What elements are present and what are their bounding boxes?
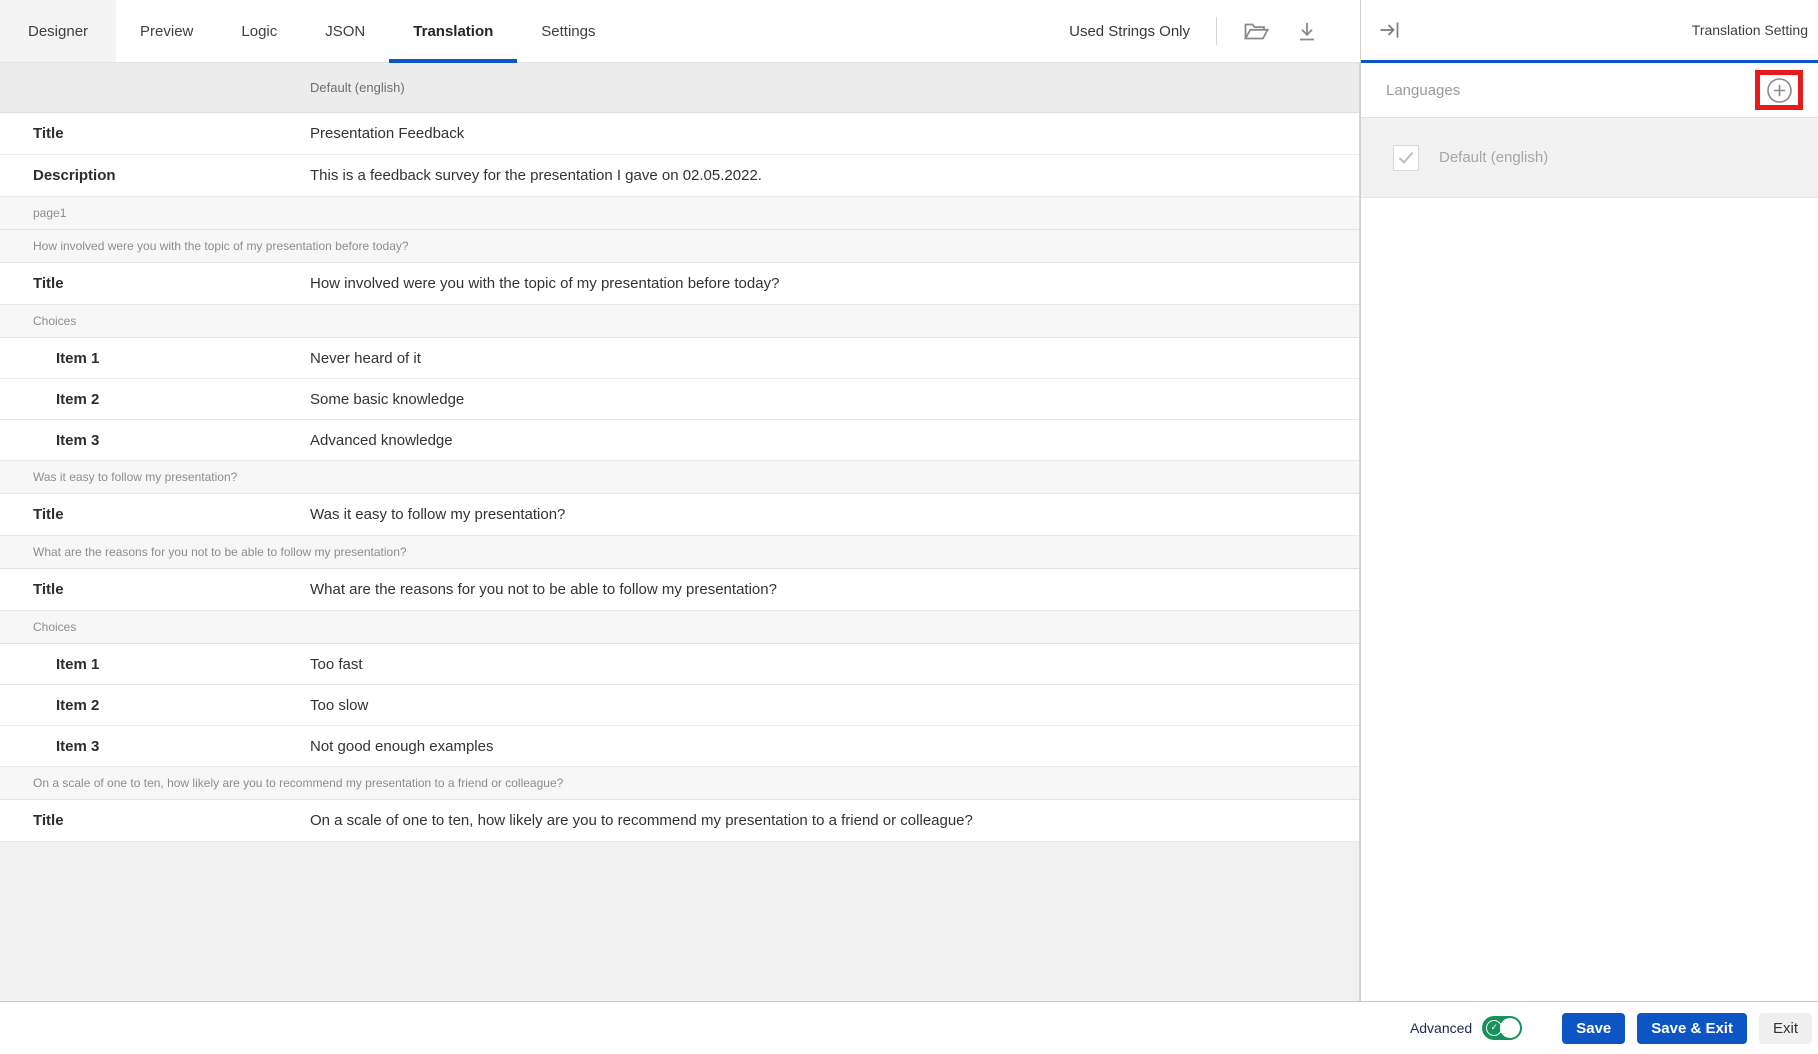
row-value[interactable]: Some basic knowledge (310, 391, 1359, 408)
export-button[interactable] (1296, 20, 1318, 43)
row-value[interactable]: How involved were you with the topic of … (310, 275, 1359, 292)
collapse-panel-icon (1379, 20, 1401, 40)
row-label: Item 1 (0, 350, 310, 367)
table-row: Title On a scale of one to ten, how like… (0, 800, 1359, 842)
survey-creator-app: Designer Preview Logic JSON Translation … (0, 0, 1818, 1054)
advanced-toggle[interactable]: ✓ (1482, 1016, 1522, 1040)
tab-json[interactable]: JSON (301, 0, 389, 62)
table-row: Title Was it easy to follow my presentat… (0, 494, 1359, 536)
row-label: Title (0, 812, 310, 829)
exit-button[interactable]: Exit (1759, 1013, 1812, 1044)
default-language-row: Default (english) (1361, 118, 1818, 198)
tab-bar: Designer Preview Logic JSON Translation … (0, 0, 1360, 63)
table-group-row: Was it easy to follow my presentation? (0, 461, 1359, 494)
panel-header: Translation Setting (1361, 0, 1818, 63)
table-row: Item 2 Too slow (0, 685, 1359, 726)
default-language-label: Default (english) (1439, 149, 1548, 166)
collapse-panel-button[interactable] (1379, 20, 1401, 40)
languages-row: Languages (1361, 63, 1818, 118)
group-label: Was it easy to follow my presentation? (0, 470, 237, 484)
table-group-row: On a scale of one to ten, how likely are… (0, 767, 1359, 800)
table-row: Item 1 Never heard of it (0, 338, 1359, 379)
tab-designer[interactable]: Designer (0, 0, 116, 62)
row-value[interactable]: What are the reasons for you not to be a… (310, 581, 1359, 598)
table-row: Item 2 Some basic knowledge (0, 379, 1359, 420)
tab-translation[interactable]: Translation (389, 0, 517, 62)
default-language-checkbox[interactable] (1393, 145, 1419, 171)
table-row: Item 3 Advanced knowledge (0, 420, 1359, 461)
advanced-label: Advanced (1410, 1020, 1472, 1036)
translation-settings-panel: Translation Setting Languages Default (e… (1360, 0, 1818, 1001)
download-icon (1296, 20, 1318, 43)
toolbar-divider (1216, 17, 1217, 45)
table-row: Description This is a feedback survey fo… (0, 155, 1359, 197)
checkmark-icon (1398, 151, 1414, 164)
translation-toolbar: Used Strings Only (1069, 0, 1360, 62)
footer-bar: Advanced ✓ Save Save & Exit Exit (0, 1001, 1818, 1054)
group-label: Choices (0, 620, 76, 634)
table-group-row: What are the reasons for you not to be a… (0, 536, 1359, 569)
row-label: Description (0, 167, 310, 184)
table-row: Title Presentation Feedback (0, 113, 1359, 155)
row-label: Title (0, 581, 310, 598)
table-group-row: page1 (0, 197, 1359, 230)
save-exit-button[interactable]: Save & Exit (1637, 1013, 1747, 1044)
row-value[interactable]: Too fast (310, 656, 1359, 673)
add-language-button[interactable] (1766, 77, 1793, 104)
table-group-row: Choices (0, 611, 1359, 644)
table-row: Item 3 Not good enough examples (0, 726, 1359, 767)
row-value[interactable]: Was it easy to follow my presentation? (310, 506, 1359, 523)
row-value[interactable]: Not good enough examples (310, 738, 1359, 755)
row-label: Title (0, 506, 310, 523)
open-folder-icon (1243, 20, 1270, 43)
languages-label: Languages (1386, 82, 1460, 99)
group-label: page1 (0, 206, 66, 220)
row-label: Title (0, 275, 310, 292)
table-header-row: Default (english) (0, 63, 1359, 113)
table-row: Item 1 Too fast (0, 644, 1359, 685)
group-label: Choices (0, 314, 76, 328)
used-strings-only-button[interactable]: Used Strings Only (1069, 23, 1190, 40)
row-label: Title (0, 125, 310, 142)
plus-circle-icon (1766, 77, 1793, 104)
table-group-row: How involved were you with the topic of … (0, 230, 1359, 263)
save-button[interactable]: Save (1562, 1013, 1625, 1044)
row-value[interactable]: Too slow (310, 697, 1359, 714)
group-label: On a scale of one to ten, how likely are… (0, 776, 563, 790)
row-value[interactable]: This is a feedback survey for the presen… (310, 167, 1359, 184)
table-row: Title How involved were you with the top… (0, 263, 1359, 305)
language-column-header: Default (english) (0, 80, 405, 95)
group-label: What are the reasons for you not to be a… (0, 545, 407, 559)
row-value[interactable]: On a scale of one to ten, how likely are… (310, 812, 1359, 829)
row-label: Item 3 (0, 738, 310, 755)
row-label: Item 2 (0, 391, 310, 408)
group-label: How involved were you with the topic of … (0, 239, 409, 253)
row-label: Item 3 (0, 432, 310, 449)
tab-logic[interactable]: Logic (217, 0, 301, 62)
table-row: Title What are the reasons for you not t… (0, 569, 1359, 611)
translation-table: Default (english) Title Presentation Fee… (0, 63, 1360, 1001)
row-value[interactable]: Advanced knowledge (310, 432, 1359, 449)
row-label: Item 2 (0, 697, 310, 714)
table-group-row: Choices (0, 305, 1359, 338)
tab-settings[interactable]: Settings (517, 0, 619, 62)
panel-title: Translation Setting (1692, 22, 1808, 38)
row-value[interactable]: Presentation Feedback (310, 125, 1359, 142)
toggle-knob (1500, 1018, 1520, 1038)
tab-preview[interactable]: Preview (116, 0, 217, 62)
tabs: Designer Preview Logic JSON Translation … (0, 0, 620, 62)
add-language-annotation-box (1755, 70, 1803, 110)
row-value[interactable]: Never heard of it (310, 350, 1359, 367)
row-label: Item 1 (0, 656, 310, 673)
import-button[interactable] (1243, 20, 1270, 43)
